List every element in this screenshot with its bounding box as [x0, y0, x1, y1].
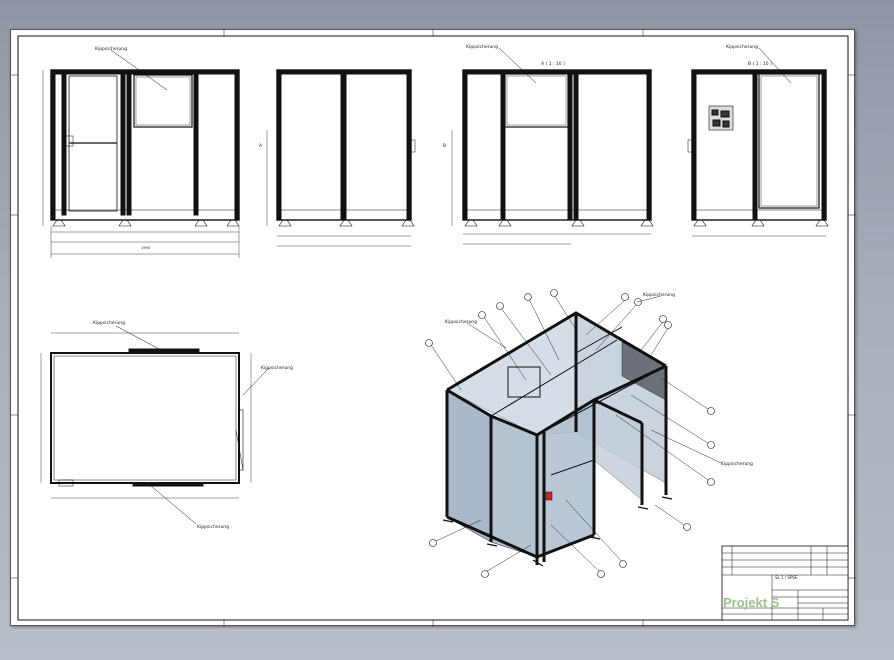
label-kippsicherung-plan-right: Kippsicherung [261, 365, 293, 371]
dim-front-left: 1990 [141, 246, 150, 250]
drawing-sheet: Kippsicherung 1990 A Kippsicherung A (1… [10, 29, 856, 627]
drawing-title: SL 1 / SPSE [775, 575, 798, 580]
plan-view [40, 325, 270, 525]
front-view-left [42, 49, 240, 258]
label-kippsicherung-iso-top-right: Kippsicherung [643, 292, 675, 298]
label-kippsicherung-plan-top: Kippsicherung [93, 320, 125, 326]
label-kippsicherung-front-right: Kippsicherung [726, 44, 758, 50]
view-b-marker-left: B [443, 143, 446, 149]
view-a-marker-left: A [259, 143, 263, 149]
isometric-view [425, 289, 722, 578]
label-kippsicherung-front-left: Kippsicherung [95, 46, 127, 52]
label-kippsicherung-plan-bottom: Kippsicherung [197, 524, 229, 530]
front-view-right [451, 47, 654, 245]
label-kippsicherung-iso-right: Kippsicherung [721, 461, 753, 467]
technical-drawing: Kippsicherung 1990 A Kippsicherung A (1… [11, 30, 856, 627]
scale-label-a: A ( 1 : 10 ) [541, 61, 565, 67]
back-view [687, 47, 829, 237]
company-logo: Projekt S [723, 595, 780, 610]
label-kippsicherung-front-mid: Kippsicherung [466, 44, 498, 50]
label-kippsicherung-iso-top-left: Kippsicherung [445, 319, 477, 325]
scale-label-b: B ( 1 : 10 ) [748, 61, 772, 67]
side-view [266, 69, 416, 247]
